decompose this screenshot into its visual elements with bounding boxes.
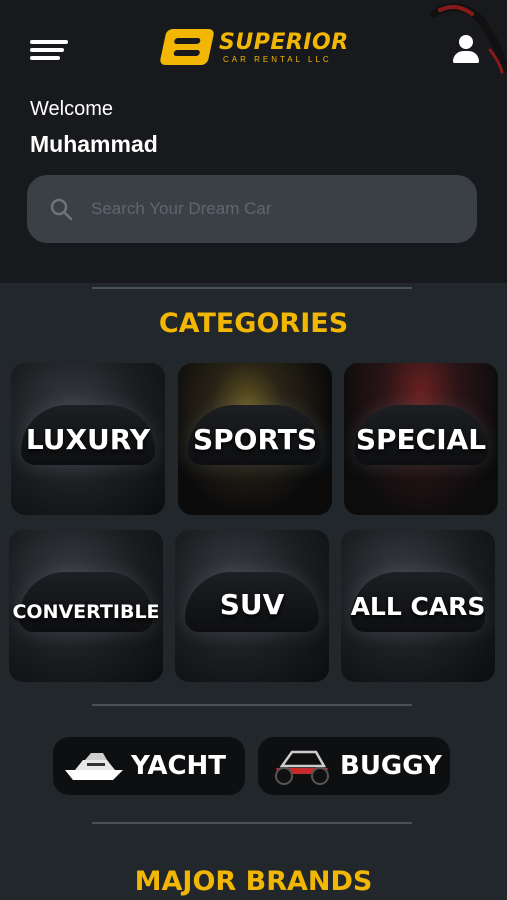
buggy-label: BUGGY (340, 751, 442, 781)
yacht-button[interactable]: YACHT (53, 737, 245, 795)
category-label: CONVERTIBLE (12, 601, 160, 623)
yacht-label: YACHT (131, 751, 227, 781)
buggy-icon (275, 750, 329, 785)
divider (92, 287, 412, 289)
category-label: SPORTS (192, 422, 318, 456)
category-all-cars-card[interactable]: ALL CARS (341, 530, 495, 682)
category-suv-card[interactable]: SUV (175, 530, 329, 682)
brand-subtitle: CAR RENTAL LLC (223, 55, 332, 64)
brand-title: SUPERIOR (219, 30, 349, 55)
divider (92, 822, 412, 824)
logo-mark-icon (159, 29, 215, 65)
yacht-icon (65, 753, 123, 780)
category-sports-card[interactable]: SPORTS (178, 363, 332, 515)
hamburger-menu-icon[interactable] (30, 38, 70, 64)
major-brands-title: MAJOR BRANDS (134, 866, 373, 897)
user-name: Muhammad (30, 131, 158, 157)
search-input[interactable] (91, 193, 451, 225)
category-label: LUXURY (25, 422, 151, 456)
category-label: ALL CARS (350, 591, 486, 621)
category-luxury-card[interactable]: LUXURY (11, 363, 165, 515)
search-bar[interactable] (27, 175, 477, 243)
buggy-button[interactable]: BUGGY (258, 737, 450, 795)
divider (92, 704, 412, 706)
categories-title: CATEGORIES (158, 308, 349, 339)
brand-logo[interactable]: SUPERIOR CAR RENTAL LLC (159, 27, 348, 69)
corner-brush-mark (430, 3, 507, 74)
category-label: SPECIAL (355, 422, 487, 456)
category-label: SUV (219, 587, 285, 621)
top-bar: SUPERIOR CAR RENTAL LLC (0, 0, 507, 95)
app-header: SUPERIOR CAR RENTAL LLC Welcome Muhammad (0, 0, 507, 283)
category-convertible-card[interactable]: CONVERTIBLE (9, 530, 163, 682)
search-icon (50, 198, 73, 221)
category-special-card[interactable]: SPECIAL (344, 363, 498, 515)
welcome-text: Welcome (30, 98, 113, 120)
